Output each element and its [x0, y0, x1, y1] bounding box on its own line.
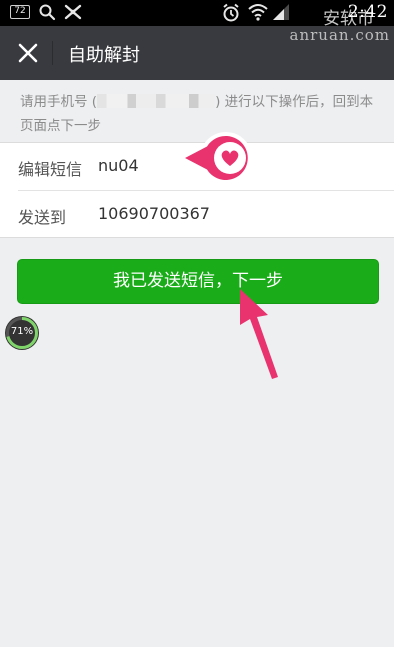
message-value[interactable]: nu04 — [98, 156, 139, 175]
arrow-up-icon — [240, 289, 278, 379]
notification-badge: 72 — [10, 5, 30, 19]
send-to-label: 发送到 — [18, 208, 67, 227]
page-title: 自助解封 — [68, 45, 140, 66]
app-icon — [64, 4, 82, 20]
status-time: 2:42 — [347, 2, 388, 22]
alarm-icon — [223, 3, 239, 22]
redacted-phone-number — [97, 94, 216, 108]
send-to-number[interactable]: 10690700367 — [98, 204, 210, 223]
close-icon — [18, 43, 38, 63]
header-divider — [52, 41, 53, 65]
status-bar: 72 安软市 2:42 — [0, 0, 394, 29]
send-to-row: 发送到 10690700367 — [0, 191, 394, 238]
signal-icon — [273, 4, 289, 20]
sent-next-button[interactable]: 我已发送短信，下一步 — [17, 259, 379, 304]
search-icon — [39, 4, 56, 21]
heart-icon — [180, 132, 252, 184]
progress-text: 71% — [10, 326, 34, 337]
instruction-prefix: 请用手机号 ( — [20, 94, 98, 110]
message-label: 编辑短信 — [18, 160, 83, 179]
watermark-en: anruan.com — [289, 26, 390, 44]
wifi-icon — [248, 4, 268, 21]
close-button[interactable] — [10, 35, 46, 71]
